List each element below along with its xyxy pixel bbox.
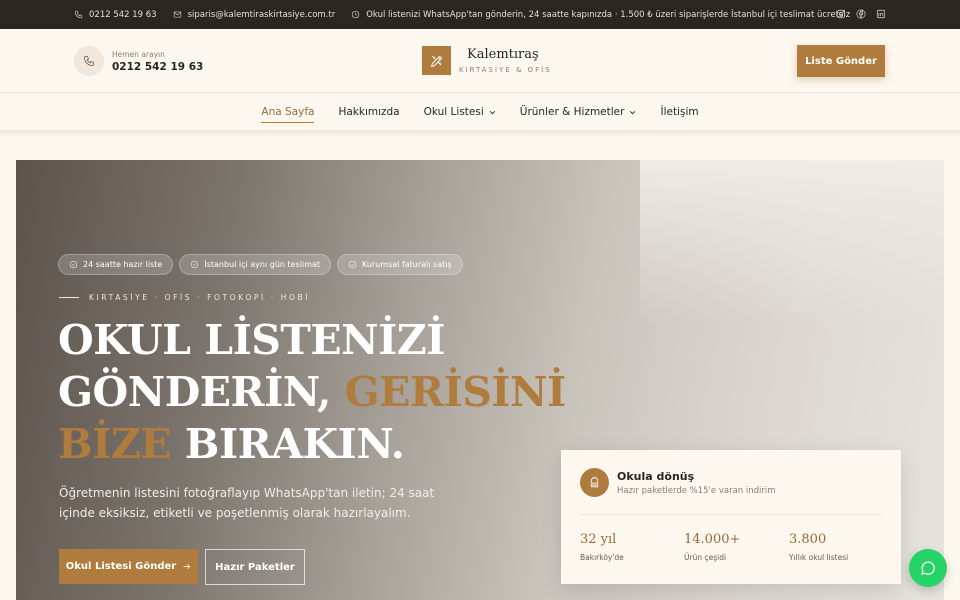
- hero-headline: OKUL LİSTENİZİ GÖNDERİN, GERİSİNİ BİZE B…: [58, 314, 566, 470]
- feature-chip: İstanbul içi aynı gün teslimat: [179, 254, 332, 275]
- stat-products: 14.000+ Ürün çeşidi: [684, 532, 740, 562]
- call-number: 0212 542 19 63: [112, 60, 204, 73]
- nav-item-school-list[interactable]: Okul Listesi: [424, 106, 496, 118]
- feature-chip: 24 saatte hazır liste: [58, 254, 174, 275]
- nav-item-label: Ürünler & Hizmetler: [519, 106, 625, 118]
- headline-accent: BİZE: [58, 420, 172, 468]
- promo-title: Okula dönüş: [617, 470, 695, 483]
- headline-line-3: BİZE BIRAKIN.: [58, 418, 566, 470]
- topbar-phone-text: 0212 542 19 63: [89, 9, 157, 20]
- stat-value: 3.800: [789, 532, 827, 547]
- brand-logo[interactable]: Kalemtıraş KIRTASİYE & OFİS: [422, 46, 552, 75]
- headline-line-2: GÖNDERİN, GERİSİNİ: [58, 366, 566, 418]
- send-school-list-button[interactable]: Okul Listesi Gönder: [59, 549, 198, 584]
- send-list-button[interactable]: Liste Gönder: [797, 45, 885, 77]
- social-links: [836, 9, 886, 19]
- nav-item-label: Hakkımızda: [338, 106, 400, 118]
- backpack-icon: [580, 468, 609, 497]
- hero-lead: Öğretmenin listesini fotoğraflayıp Whats…: [59, 486, 435, 520]
- facebook-icon[interactable]: [856, 9, 866, 19]
- feature-chip: Kurumsal faturalı satış: [337, 254, 463, 275]
- pencil-ruler-icon: [422, 46, 451, 75]
- phone-icon: [74, 10, 83, 19]
- hero-highlight: [640, 160, 944, 325]
- site-header: Hemen arayın 0212 542 19 63 Kalemtıraş K…: [0, 29, 960, 93]
- call-label: Hemen arayın: [112, 49, 165, 59]
- hero-eyebrow: KIRTASİYE · OFİS · FOTOKOPİ · HOBİ: [59, 293, 310, 302]
- main-nav: Ana Sayfa Hakkımızda Okul Listesi Ürünle…: [0, 94, 960, 130]
- topbar-notice-text: Okul listenizi WhatsApp'tan gönderin, 24…: [366, 9, 851, 20]
- call-widget[interactable]: Hemen arayın 0212 542 19 63: [74, 46, 203, 76]
- headline-accent: GERİSİNİ: [344, 368, 566, 416]
- check-circle-icon: [69, 260, 78, 269]
- hero-chips: 24 saatte hazır liste İstanbul içi aynı …: [58, 254, 463, 275]
- headline-part: BIRAKIN.: [171, 420, 405, 468]
- ready-packages-button[interactable]: Hazır Paketler: [205, 549, 305, 585]
- feature-chip-label: 24 saatte hazır liste: [83, 260, 163, 269]
- instagram-icon[interactable]: [836, 9, 846, 19]
- chevron-down-icon: [489, 110, 495, 114]
- chat-bubble-icon: [921, 561, 935, 575]
- promo-card: Okula dönüş Hazır paketlerde %15'e varan…: [561, 450, 901, 584]
- topbar-phone[interactable]: 0212 542 19 63: [74, 10, 157, 20]
- stat-label: Yıllık okul listesi: [789, 553, 849, 562]
- headline-line-1: OKUL LİSTENİZİ: [58, 316, 445, 364]
- check-circle-icon: [348, 260, 357, 269]
- stat-school-lists: 3.800 Yıllık okul listesi: [789, 532, 848, 562]
- feature-chip-label: İstanbul içi aynı gün teslimat: [204, 260, 321, 269]
- nav-item-label: Ana Sayfa: [261, 106, 315, 118]
- phone-icon: [74, 46, 104, 76]
- brand-tagline: KIRTASİYE & OFİS: [459, 66, 552, 74]
- brand-name: Kalemtıraş: [467, 47, 539, 62]
- nav-shadow: [0, 130, 960, 138]
- stat-years: 32 yıl Bakırköy'de: [580, 532, 624, 562]
- promo-description: Hazır paketlerde %15'e varan indirim: [617, 486, 776, 496]
- topbar-notice: Okul listenizi WhatsApp'tan gönderin, 24…: [351, 10, 850, 20]
- check-circle-icon: [191, 260, 199, 269]
- stat-label: Ürün çeşidi: [684, 553, 727, 562]
- eyebrow-text: KIRTASİYE · OFİS · FOTOKOPİ · HOBİ: [89, 293, 311, 302]
- chevron-down-icon: [630, 110, 636, 114]
- nav-item-contact[interactable]: İletişim: [660, 106, 698, 118]
- stat-label: Bakırköy'de: [580, 553, 624, 562]
- clock-icon: [352, 10, 360, 19]
- stat-value: 14.000+: [684, 532, 741, 547]
- mail-icon: [173, 11, 181, 18]
- top-bar: 0212 542 19 63 siparis@kalemtiraskirtasi…: [0, 0, 960, 29]
- eyebrow-line: [59, 297, 79, 298]
- topbar-email[interactable]: siparis@kalemtiraskirtasiye.com.tr: [173, 9, 336, 20]
- stat-value: 32 yıl: [580, 532, 617, 547]
- topbar-email-text: siparis@kalemtiraskirtasiye.com.tr: [187, 9, 336, 20]
- nav-item-home[interactable]: Ana Sayfa: [261, 106, 315, 123]
- whatsapp-chat-button[interactable]: [909, 549, 947, 587]
- button-label: Okul Listesi Gönder: [65, 561, 177, 572]
- feature-chip-label: Kurumsal faturalı satış: [362, 260, 452, 269]
- linkedin-icon[interactable]: [876, 9, 886, 19]
- nav-item-about[interactable]: Hakkımızda: [338, 106, 399, 118]
- divider: [580, 514, 882, 515]
- arrow-right-icon: [183, 564, 191, 569]
- nav-item-products[interactable]: Ürünler & Hizmetler: [520, 106, 637, 118]
- headline-part: GÖNDERİN,: [58, 368, 345, 416]
- nav-item-label: İletişim: [660, 106, 699, 118]
- nav-item-label: Okul Listesi: [423, 106, 484, 118]
